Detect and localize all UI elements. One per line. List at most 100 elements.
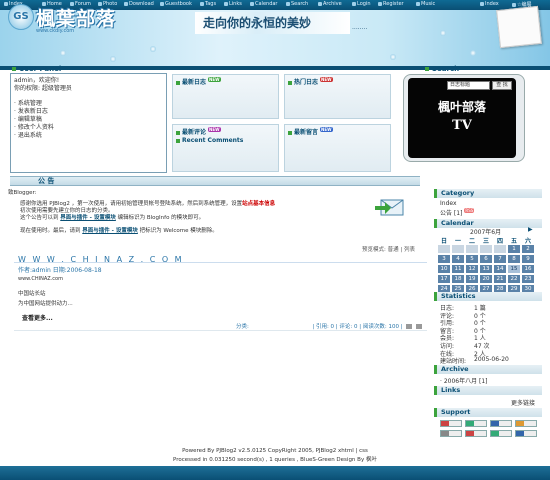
nav-item[interactable]: Calendar (250, 1, 277, 7)
search-type-select[interactable]: 日志标题 (447, 81, 490, 90)
calendar-day[interactable]: 20 (480, 275, 492, 283)
link-modules[interactable]: 界面与插件 - 设置模块 (60, 215, 116, 221)
nav-item[interactable]: Login (352, 1, 371, 7)
support-badge[interactable] (465, 430, 487, 437)
calendar-day[interactable]: 11 (452, 265, 464, 273)
calendar-day[interactable]: 1 (508, 245, 520, 253)
support-badge[interactable] (440, 420, 462, 427)
nav-item[interactable]: Tags (200, 1, 216, 7)
archive-link[interactable]: · 2006年八月 [1] (440, 376, 488, 385)
rss-icon: RSS (464, 208, 475, 213)
edit-icon[interactable] (406, 324, 413, 329)
post-footer-divider (14, 330, 427, 331)
footer-powered-by: Powered By PJBlog2 v2.5.0125 CopyRight 2… (182, 448, 368, 454)
calendar-day[interactable]: 21 (494, 275, 506, 283)
calendar-day[interactable]: 15 (508, 265, 520, 273)
calendar-day[interactable]: 8 (508, 255, 520, 263)
support-badge[interactable] (440, 430, 462, 437)
hot-logs-panel: 热门日志 NEW (284, 74, 391, 119)
support-badge[interactable] (515, 430, 537, 437)
user-panel: admin，欢迎你! 你的权限: 超级管理员 · 系统管理 · 发表新日志 · … (10, 73, 167, 173)
search-button[interactable]: 查 找 (492, 81, 512, 90)
nav-item[interactable]: Links (224, 1, 242, 7)
calendar-day[interactable]: 7 (494, 255, 506, 263)
support-badge[interactable] (490, 430, 512, 437)
post-site: 中国站长站 (18, 291, 46, 297)
water-drop (470, 50, 476, 56)
support-title: Support (434, 408, 542, 417)
nav-item-index[interactable]: Index (480, 1, 499, 7)
category-index-link[interactable]: Index (440, 200, 457, 207)
calendar-day[interactable]: 6 (480, 255, 492, 263)
logo-badge[interactable]: GS (8, 4, 34, 30)
calendar-day[interactable]: 9 (522, 255, 534, 263)
calendar-day[interactable]: 14 (494, 265, 506, 273)
calendar-day[interactable]: 17 (438, 275, 450, 283)
latest-messages-panel: 最新留言 NEW (284, 124, 391, 172)
support-badge[interactable] (490, 420, 512, 427)
calendar-day[interactable]: 5 (466, 255, 478, 263)
search-title: Search (425, 65, 459, 73)
calendar-day[interactable]: 10 (438, 265, 450, 273)
calendar-next-icon[interactable]: ▶ (528, 226, 533, 233)
preview-mode-switch[interactable]: 预览模式: 普通 | 列表 (362, 245, 415, 253)
latest-comments-panel: 最新评论 NEW Recent Comments (172, 124, 279, 172)
calendar-day[interactable]: 18 (452, 275, 464, 283)
statistic-row: 建站时间: 2005-06-20 (440, 356, 509, 365)
post-body: 为中国网站提供动力... (18, 301, 73, 307)
calendar-weekday: 二 (468, 238, 475, 245)
latest-logs-title: 最新日志 NEW (176, 77, 221, 86)
footer-processed: Processed in 0.031250 second(s) , 1 quer… (173, 457, 377, 463)
nav-item[interactable]: Search (286, 1, 308, 7)
calendar-day[interactable]: 19 (466, 275, 478, 283)
calendar-day (452, 245, 464, 253)
mail-icon (375, 199, 404, 216)
footer-bar (0, 466, 550, 480)
site-logo-title[interactable]: 楓葉部落 (36, 4, 116, 31)
post-divider (14, 262, 427, 263)
hot-logs-title: 热门日志 NEW (288, 77, 333, 86)
latest-comments-title: 最新评论 NEW (176, 127, 221, 136)
support-badge[interactable] (515, 420, 537, 427)
calendar-day[interactable]: 4 (452, 255, 464, 263)
more-links[interactable]: 更多链接 (511, 398, 535, 407)
tv-label: TV (452, 118, 472, 133)
category-notice-link[interactable]: 公告 [1] RSS (440, 208, 475, 217)
nav-item[interactable]: Guestbook (160, 1, 192, 7)
calendar-day[interactable]: 3 (438, 255, 450, 263)
user-panel-title: User Panel (12, 65, 61, 73)
calendar-weekday: 六 (524, 238, 531, 245)
calendar-day[interactable]: 16 (522, 265, 534, 273)
header-slogan-dots: ........ (352, 24, 368, 31)
link-modules[interactable]: 界面与插件 - 设置模块 (82, 228, 138, 234)
calendar-caption: 2007年6月 (470, 229, 502, 236)
link-site-info[interactable]: 站点基本信息 (242, 201, 275, 207)
nav-item[interactable]: Register (378, 1, 404, 7)
nav-item[interactable]: Music (416, 1, 435, 7)
water-drop (110, 56, 116, 62)
calendar-day[interactable]: 22 (508, 275, 520, 283)
post-url: www.CHINAZ.com (18, 276, 63, 282)
category-title: Category (434, 189, 542, 198)
nav-item[interactable]: Download (124, 1, 154, 7)
calendar-day[interactable]: 2 (522, 245, 534, 253)
archive-title: Archive (434, 365, 542, 374)
calendar-day[interactable]: 13 (480, 265, 492, 273)
delete-icon[interactable] (416, 324, 423, 329)
tv-title: 楓叶部落 (437, 100, 486, 114)
calendar-day (480, 245, 492, 253)
read-more-link[interactable]: 查看更多... (22, 313, 53, 322)
calendar-weekday: 四 (496, 238, 503, 245)
notice-title: 公 告 (38, 177, 55, 185)
calendar-day (494, 245, 506, 253)
nav-item[interactable]: Archive (318, 1, 342, 7)
calendar-day[interactable]: 23 (522, 275, 534, 283)
support-badge[interactable] (465, 420, 487, 427)
notice-header (10, 176, 420, 186)
decorative-note-card (496, 5, 542, 49)
calendar-day[interactable]: 12 (466, 265, 478, 273)
notice-line: 这个公告可以到 界面与插件 - 设置模块 编辑标识为 BlogInfo 的模块即… (20, 215, 205, 221)
statistic-value: 2005-06-20 (474, 356, 509, 364)
calendar-day (438, 245, 450, 253)
link-logout[interactable]: · 退出系统 (14, 130, 42, 139)
